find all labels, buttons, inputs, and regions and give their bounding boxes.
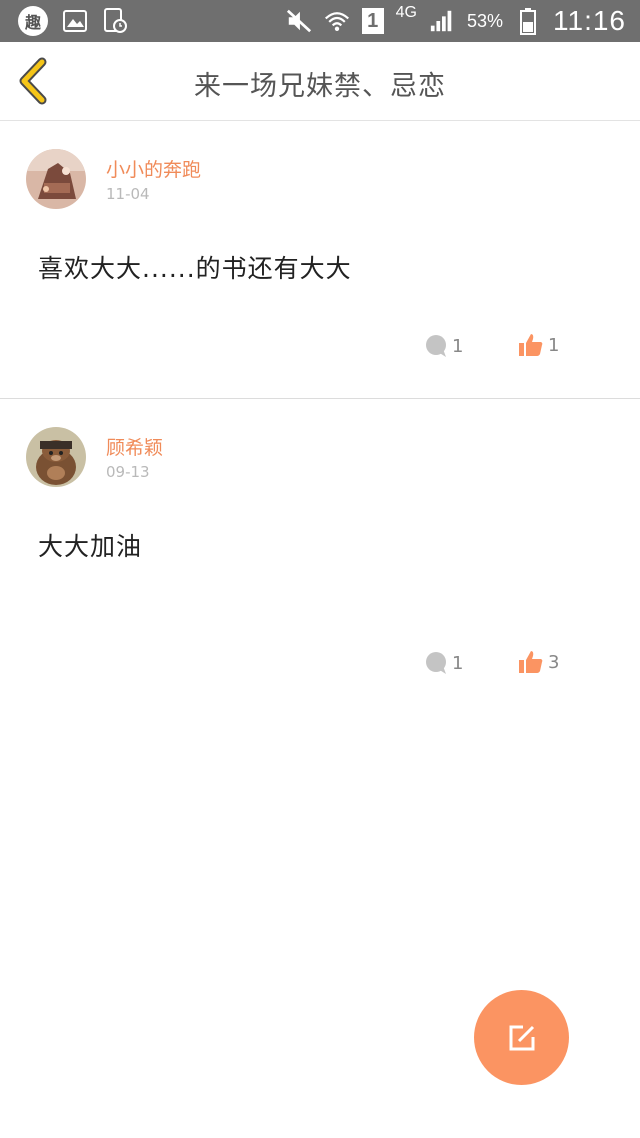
like-count: 1 xyxy=(548,334,560,356)
thumbs-up-icon xyxy=(519,651,543,673)
comment-item: 小小的奔跑 11-04 喜欢大大......的书还有大大 1 1 xyxy=(0,121,640,399)
clock-icon xyxy=(102,8,128,34)
battery-percent: 53% xyxy=(466,10,503,31)
comment-icon xyxy=(426,652,446,674)
battery-icon xyxy=(515,8,541,35)
like-button[interactable]: 3 xyxy=(518,649,559,675)
post-date: 09-13 xyxy=(106,463,150,481)
clock-time: 11:16 xyxy=(553,5,626,36)
network-type: 4G xyxy=(395,4,417,21)
reply-count: 1 xyxy=(452,652,464,674)
thumbs-up-icon xyxy=(519,334,543,356)
comment-item: 顾希颖 09-13 大大加油 1 3 xyxy=(0,399,640,719)
app-notification-icon: 趣 xyxy=(18,6,48,36)
reply-button[interactable]: 1 xyxy=(424,651,463,675)
like-count: 3 xyxy=(548,651,560,673)
sim-badge: 1 xyxy=(361,8,384,34)
write-comment-button[interactable] xyxy=(474,990,569,1085)
signal-icon xyxy=(429,8,455,34)
comment-text: 大大加油 xyxy=(38,532,143,561)
reply-button[interactable]: 1 xyxy=(424,334,463,358)
avatar[interactable] xyxy=(26,427,86,487)
edit-icon xyxy=(509,1025,534,1050)
image-icon xyxy=(62,8,88,34)
comment-icon xyxy=(426,335,446,357)
like-button[interactable]: 1 xyxy=(518,332,559,358)
reply-count: 1 xyxy=(452,335,464,357)
status-bar: 趣 1 4G 53% 11:16 xyxy=(0,0,640,42)
wifi-icon xyxy=(324,8,350,34)
post-date: 11-04 xyxy=(106,185,150,203)
top-bar: 来一场兄妹禁、忌恋 xyxy=(0,42,640,121)
page-title: 来一场兄妹禁、忌恋 xyxy=(194,71,446,102)
mute-icon xyxy=(286,8,312,34)
username[interactable]: 小小的奔跑 xyxy=(106,155,201,182)
comment-text: 喜欢大大......的书还有大大 xyxy=(38,254,352,283)
avatar[interactable] xyxy=(26,149,86,209)
username[interactable]: 顾希颖 xyxy=(106,433,163,460)
